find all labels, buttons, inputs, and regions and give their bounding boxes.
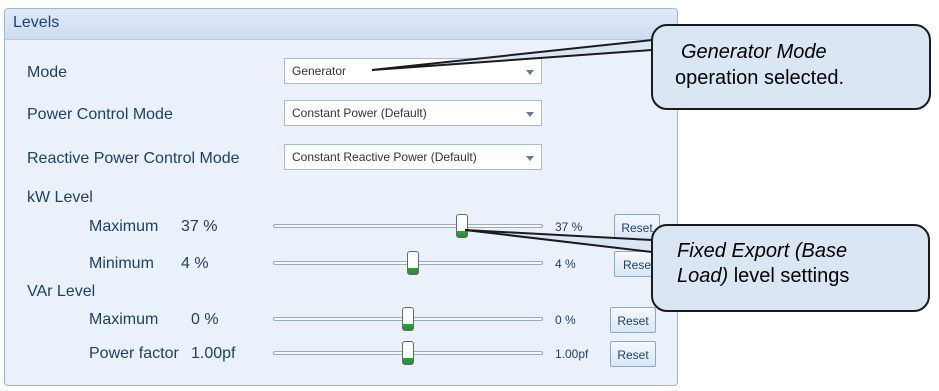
fixed-export-callout-line2: Load) level settings <box>677 264 849 288</box>
generator-callout-emphasis: Generator Mode <box>681 41 827 63</box>
fixed-export-callout-pointer <box>464 229 653 254</box>
generator-mode-callout: Generator Mode operation selected. <box>651 24 931 110</box>
generator-callout-text: operation selected. <box>675 67 845 89</box>
generator-callout-pointer <box>371 38 653 71</box>
fixed-export-callout: Fixed Export (Base Load) level settings <box>651 224 930 312</box>
fixed-export-callout-emphasis-2: Load) <box>677 265 729 287</box>
fixed-export-callout-text: level settings <box>728 265 850 287</box>
fixed-export-callout-emphasis: Fixed Export (Base <box>677 240 848 262</box>
